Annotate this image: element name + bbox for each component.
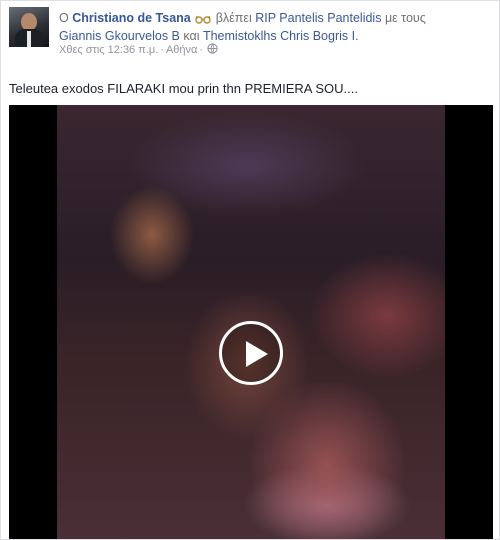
- post-meta: Χθες στις 12:36 π.μ. · Αθήνα ·: [59, 43, 218, 57]
- play-button-icon[interactable]: [219, 321, 283, 385]
- with-text: με τους: [384, 11, 426, 25]
- activity-text: βλέπει: [215, 11, 252, 25]
- and-text: και: [183, 29, 200, 43]
- location-link[interactable]: Αθήνα: [166, 44, 197, 56]
- post-header: Ο Christiano de Tsana βλέπει RIP Panteli…: [9, 7, 491, 56]
- author-name-link[interactable]: Christiano de Tsana: [72, 11, 191, 25]
- glasses-icon: [195, 12, 211, 28]
- video-player[interactable]: [9, 105, 493, 539]
- globe-icon: [207, 43, 218, 57]
- author-avatar[interactable]: [9, 7, 49, 47]
- prefix-text: Ο: [59, 11, 69, 25]
- post-headline: Ο Christiano de Tsana βλέπει RIP Panteli…: [59, 10, 491, 44]
- tagged-person-link-1[interactable]: Giannis Gkourvelos B: [59, 29, 180, 43]
- timestamp-link[interactable]: Χθες στις 12:36 π.μ.: [59, 44, 158, 56]
- watching-link[interactable]: RIP Pantelis Pantelidis: [255, 11, 381, 25]
- post-message: Teleutea exodos FILARAKI mou prin thn PR…: [9, 81, 358, 96]
- tagged-person-link-2[interactable]: Themistoklhs Chris Bogris I.: [203, 29, 359, 43]
- feed-post: Ο Christiano de Tsana βλέπει RIP Panteli…: [0, 0, 500, 540]
